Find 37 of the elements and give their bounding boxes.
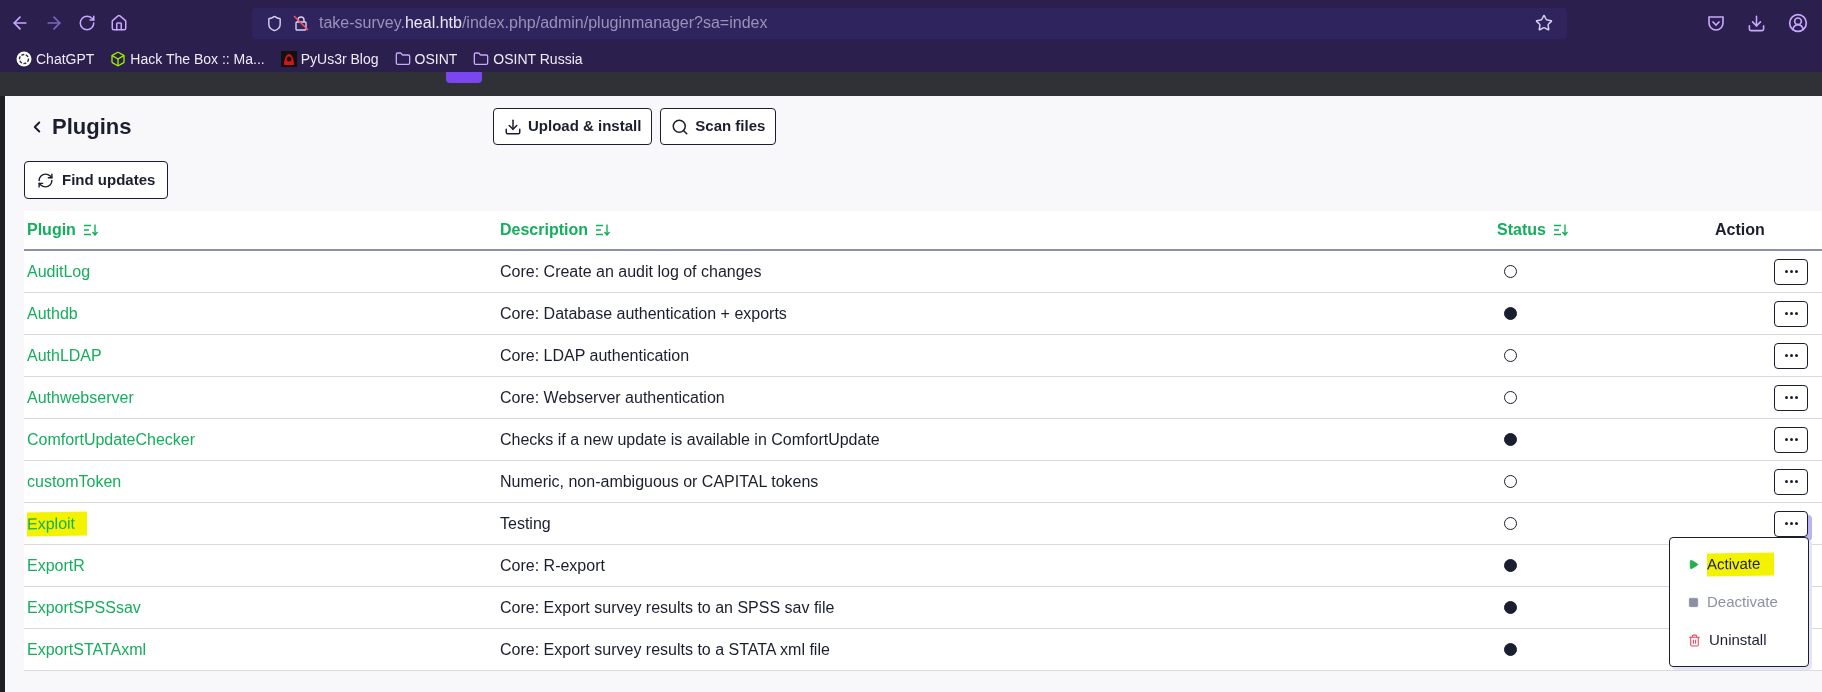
- plugin-description: Checks if a new update is available in ComfortUpdate: [500, 429, 880, 450]
- bookmark-link[interactable]: OSINT: [414, 48, 458, 70]
- plugin-description: Testing: [500, 513, 551, 534]
- plugin-description: Core: Database authentication + exports: [500, 303, 787, 324]
- address-bar[interactable]: take-survey.heal.htb/index.php/admin/pluginmanager?sa=index: [252, 7, 1567, 39]
- plugin-description: Core: R-export: [500, 555, 605, 576]
- bookmark-link[interactable]: Hack The Box :: Ma...: [130, 48, 265, 70]
- page-title: Plugins: [52, 113, 132, 141]
- column-header[interactable]: Plugin: [27, 218, 76, 242]
- plugin-link[interactable]: Authdb: [27, 301, 78, 326]
- plugin-description: Core: LDAP authentication: [500, 345, 690, 366]
- bookmark-link[interactable]: ChatGPT: [36, 48, 95, 70]
- plugin-link[interactable]: Exploit: [27, 511, 88, 536]
- url-text: take-survey.heal.htb/index.php/admin/pluginmanager?sa=index: [319, 13, 768, 33]
- plugin-link[interactable]: ExportSPSSsav: [27, 595, 141, 620]
- column-header: Action: [1715, 220, 1765, 240]
- bookmark-link[interactable]: PyUs3r Blog: [300, 48, 379, 70]
- plugin-description: Core: Webserver authentication: [500, 387, 725, 408]
- plugin-description: Numeric, non-ambiguous or CAPITAL tokens: [500, 471, 819, 492]
- column-header[interactable]: Description: [500, 218, 588, 242]
- bookmark-link[interactable]: OSINT Russia: [493, 48, 583, 70]
- plugin-link[interactable]: customToken: [27, 469, 122, 494]
- menu-item[interactable]: Uninstall: [1670, 628, 1808, 652]
- menu-item[interactable]: Activate: [1670, 552, 1808, 576]
- plugin-link[interactable]: ExportSTATAxml: [27, 637, 147, 662]
- plugin-link[interactable]: ExportR: [27, 553, 85, 578]
- find-updates-button[interactable]: Find updates: [24, 161, 169, 199]
- plugin-description: Core: Export survey results to a STATA xml file: [500, 639, 830, 660]
- plugin-link[interactable]: AuditLog: [27, 259, 91, 284]
- plugin-link[interactable]: Authwebserver: [27, 385, 134, 410]
- toolbar-button[interactable]: Upload & install: [493, 108, 653, 145]
- plugin-link[interactable]: AuthLDAP: [27, 343, 102, 368]
- plugin-description: Core: Export survey results to an SPSS sav file: [500, 597, 835, 618]
- plugin-link[interactable]: ComfortUpdateChecker: [27, 427, 196, 452]
- column-header[interactable]: Status: [1497, 218, 1546, 242]
- toolbar-button[interactable]: Scan files: [660, 108, 777, 145]
- plugin-description: Core: Create an audit log of changes: [500, 261, 762, 282]
